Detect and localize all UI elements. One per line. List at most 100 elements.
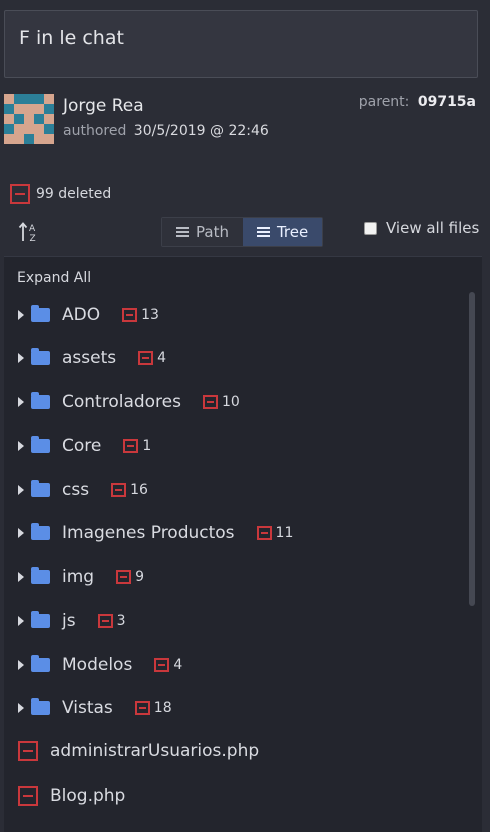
- deleted-icon: [111, 483, 127, 497]
- deleted-icon: [97, 614, 113, 628]
- tab-tree[interactable]: Tree: [242, 218, 323, 246]
- folder-icon: [31, 436, 50, 453]
- folder-icon: [31, 611, 50, 628]
- deleted-icon: [154, 658, 170, 672]
- tab-path[interactable]: Path: [162, 218, 243, 246]
- folder-row[interactable]: Modelos 4: [18, 654, 182, 676]
- deleted-summary-label: 99 deleted: [36, 186, 112, 202]
- sort-alpha-icon: A Z: [18, 222, 36, 244]
- list-icon: [256, 225, 270, 239]
- folder-row[interactable]: Controladores 10: [18, 391, 240, 413]
- folder-icon: [31, 698, 50, 715]
- folder-name: Modelos: [62, 655, 133, 675]
- caret-right-icon[interactable]: [18, 528, 24, 538]
- deleted-count-value: 11: [275, 525, 294, 541]
- parent-label: parent:: [358, 94, 410, 110]
- caret-right-icon[interactable]: [18, 572, 24, 582]
- view-all-label: View all files: [386, 219, 480, 237]
- deleted-icon: [256, 526, 272, 540]
- deleted-count-value: 4: [157, 350, 167, 366]
- deleted-icon: [122, 308, 138, 322]
- folder-icon: [31, 523, 50, 540]
- list-icon: [176, 225, 189, 239]
- file-name: Blog.php: [50, 786, 126, 806]
- caret-right-icon[interactable]: [18, 660, 24, 670]
- caret-right-icon[interactable]: [18, 397, 24, 407]
- deleted-count: 16: [111, 482, 148, 498]
- deleted-icon: [134, 701, 150, 715]
- parent-sha-link[interactable]: 09715a: [418, 94, 476, 110]
- deleted-count-value: 3: [116, 613, 126, 629]
- svg-text:Z: Z: [30, 234, 36, 244]
- deleted-count: 4: [138, 350, 166, 366]
- deleted-count: 10: [203, 394, 240, 410]
- scrollbar[interactable]: [469, 292, 475, 606]
- folder-icon: [31, 480, 50, 497]
- authored-label: authored: [63, 123, 127, 139]
- author-block: Jorge Rea authored 30/5/2019 @ 22:46 par…: [4, 92, 484, 148]
- deleted-count: 11: [256, 525, 294, 541]
- deleted-count-value: 10: [222, 394, 240, 410]
- deleted-count: 9: [116, 569, 144, 585]
- view-all-files-toggle[interactable]: View all files: [364, 219, 479, 237]
- avatar: [4, 94, 54, 144]
- caret-right-icon[interactable]: [18, 441, 24, 451]
- author-name[interactable]: Jorge Rea: [63, 96, 144, 116]
- folder-row[interactable]: css 16: [18, 479, 148, 501]
- folder-row[interactable]: Vistas 18: [18, 697, 172, 719]
- deleted-count: 13: [122, 307, 159, 323]
- deleted-count-value: 9: [135, 569, 144, 585]
- folder-row[interactable]: Imagenes Productos 11: [18, 522, 293, 544]
- folder-name: Controladores: [62, 392, 181, 412]
- caret-right-icon[interactable]: [18, 353, 24, 363]
- folder-row[interactable]: img 9: [18, 566, 144, 588]
- folder-name: assets: [62, 348, 117, 368]
- folder-icon: [31, 305, 50, 322]
- view-all-checkbox[interactable]: [364, 221, 377, 235]
- caret-right-icon[interactable]: [18, 310, 24, 320]
- caret-right-icon[interactable]: [18, 616, 24, 626]
- folder-row[interactable]: Core 1: [18, 435, 151, 457]
- deleted-count-value: 16: [130, 482, 148, 498]
- caret-right-icon[interactable]: [18, 703, 24, 713]
- deleted-file-icon: [18, 786, 38, 806]
- deleted-icon: [203, 395, 218, 409]
- deleted-count-value: 4: [173, 657, 183, 673]
- folder-icon: [31, 655, 50, 672]
- caret-right-icon[interactable]: [18, 485, 24, 495]
- deleted-file-icon: [18, 741, 38, 761]
- deleted-icon: [10, 184, 30, 204]
- sort-toggle-button[interactable]: A Z: [18, 220, 40, 244]
- commit-message: F in le chat: [4, 10, 478, 78]
- folder-row[interactable]: assets 4: [18, 347, 166, 369]
- deleted-count-value: 13: [141, 307, 159, 323]
- folder-name: img: [62, 567, 95, 587]
- parent-commit: parent: 09715a: [359, 94, 476, 110]
- svg-text:A: A: [29, 224, 36, 234]
- tab-path-label: Path: [196, 223, 229, 241]
- deleted-count-value: 18: [153, 700, 172, 716]
- deleted-count: 3: [97, 613, 126, 629]
- deleted-icon: [116, 570, 132, 584]
- file-row[interactable]: administrarUsuarios.php: [18, 741, 259, 761]
- folder-name: ADO: [62, 305, 101, 325]
- deleted-count: 1: [123, 438, 151, 454]
- view-mode-toggle: Path Tree: [161, 217, 324, 247]
- deleted-count: 4: [154, 657, 182, 673]
- expand-all-button[interactable]: Expand All: [17, 270, 91, 286]
- folder-name: js: [62, 611, 76, 631]
- folder-row[interactable]: ADO 13: [18, 304, 159, 326]
- folder-name: Imagenes Productos: [62, 523, 235, 543]
- folder-name: Vistas: [62, 698, 113, 718]
- tab-tree-label: Tree: [276, 223, 309, 241]
- authored-line: authored 30/5/2019 @ 22:46: [63, 123, 269, 139]
- file-row[interactable]: Blog.php: [18, 786, 125, 806]
- folder-icon: [31, 392, 50, 409]
- file-name: administrarUsuarios.php: [50, 741, 260, 761]
- authored-date: 30/5/2019 @ 22:46: [133, 123, 269, 139]
- folder-name: Core: [62, 436, 102, 456]
- deleted-count-value: 1: [142, 438, 152, 454]
- deleted-icon: [123, 439, 139, 453]
- folder-row[interactable]: js 3: [18, 610, 126, 632]
- folder-name: css: [62, 480, 90, 500]
